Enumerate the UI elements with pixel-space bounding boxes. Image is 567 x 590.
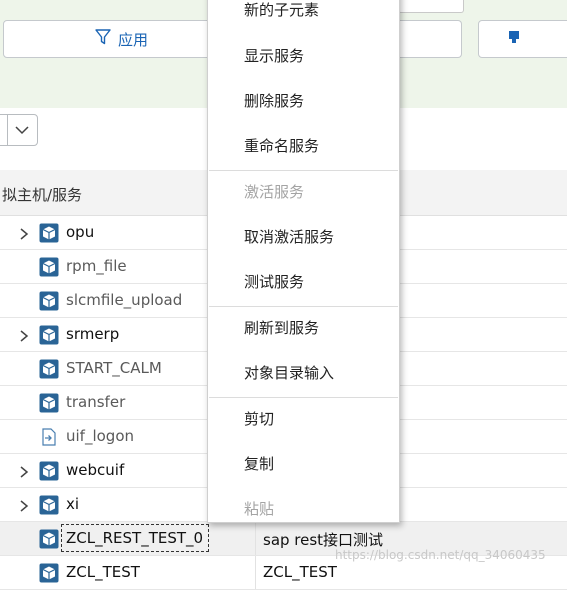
context-menu: 新的子元素显示服务删除服务重命名服务激活服务取消激活服务 测试服务刷新到服务对象目… [207, 0, 400, 523]
context-menu-item[interactable]: 对象目录输入 [244, 362, 334, 383]
context-menu-item[interactable]: 新的子元素 [244, 0, 319, 20]
package-cube-icon [39, 257, 59, 277]
context-menu-item[interactable]: 激活服务 [244, 181, 304, 202]
menu-divider [209, 170, 398, 171]
service-name[interactable]: rpm_file [66, 257, 127, 275]
context-menu-item[interactable]: 删除服务 [244, 90, 304, 111]
package-cube-icon [39, 223, 59, 243]
context-menu-item[interactable]: 取消激活服务 [244, 226, 334, 247]
column-header-label: 拟主机/服务 [2, 186, 83, 204]
package-cube-icon [39, 325, 59, 345]
context-menu-item[interactable]: 粘贴 [244, 498, 274, 519]
focus-outline [61, 524, 209, 552]
button-divider [7, 115, 8, 145]
filter-icon [94, 28, 112, 50]
collapse-dropdown-button[interactable] [0, 114, 38, 146]
context-menu-item[interactable]: 重命名服务 [244, 135, 319, 156]
service-name[interactable]: xi [66, 495, 79, 513]
watermark: https://blog.csdn.net/qq_34060435 [335, 548, 546, 562]
column-divider [255, 522, 256, 555]
package-cube-icon [39, 495, 59, 515]
service-name[interactable]: webcuif [66, 461, 124, 479]
toolbar-button-hidden[interactable] [392, 20, 462, 58]
package-cube-icon [39, 563, 59, 583]
service-name[interactable]: ZCL_TEST [66, 563, 140, 581]
chevron-right-icon[interactable] [18, 498, 30, 517]
menu-divider [209, 397, 398, 398]
service-description: ZCL_TEST [263, 563, 337, 581]
package-cube-icon [39, 529, 59, 549]
service-name[interactable]: opu [66, 223, 94, 241]
column-divider [255, 556, 256, 589]
toolbar-icon [509, 30, 521, 48]
context-menu-item[interactable]: 刷新到服务 [244, 317, 319, 338]
context-menu-item[interactable]: 剪切 [244, 408, 274, 429]
apply-button[interactable]: 应用 [3, 20, 239, 58]
chevron-right-icon[interactable] [18, 226, 30, 245]
service-name[interactable]: srmerp [66, 325, 119, 343]
alias-arrow-icon [39, 427, 59, 447]
chevron-right-icon[interactable] [18, 464, 30, 483]
top-dropdown[interactable] [398, 0, 464, 13]
toolbar-button-right[interactable] [478, 20, 567, 58]
context-menu-item[interactable]: 显示服务 [244, 45, 304, 66]
menu-divider [209, 306, 398, 307]
package-cube-icon [39, 461, 59, 481]
service-name[interactable]: uif_logon [66, 427, 134, 445]
context-menu-item[interactable]: 测试服务 [244, 271, 304, 292]
service-name[interactable]: START_CALM [66, 359, 162, 377]
context-menu-item[interactable]: 复制 [244, 453, 274, 474]
service-description: sap rest接口测试 [263, 531, 384, 549]
chevron-right-icon[interactable] [18, 328, 30, 347]
package-cube-icon [39, 393, 59, 413]
apply-button-label: 应用 [117, 30, 148, 49]
chevron-down-icon [15, 126, 29, 135]
package-cube-icon [39, 291, 59, 311]
service-name[interactable]: transfer [66, 393, 125, 411]
package-cube-icon [39, 359, 59, 379]
service-name[interactable]: slcmfile_upload [66, 291, 182, 309]
